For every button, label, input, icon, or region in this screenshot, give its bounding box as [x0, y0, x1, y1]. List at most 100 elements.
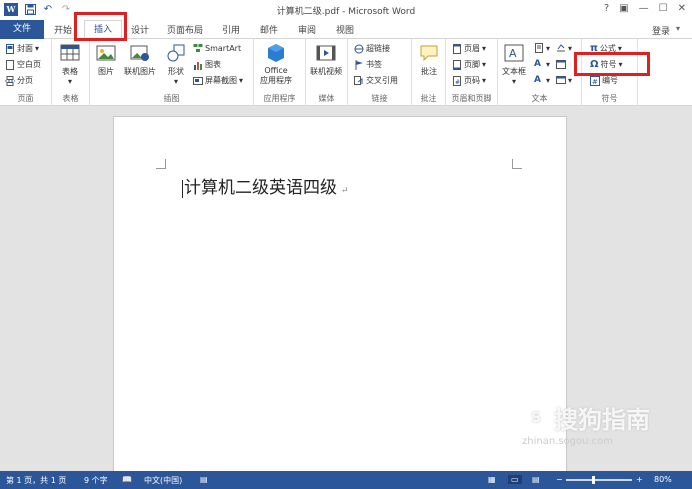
margin-corner-top-left — [156, 159, 166, 169]
drop-cap-icon: A — [534, 75, 541, 85]
ribbon-tab-row: 文件 开始 插入 设计 页面布局 引用 邮件 审阅 视图 登录 ▾ — [0, 20, 692, 40]
blank-page-icon — [5, 59, 15, 70]
watermark: S 搜狗指南 zhinan.sogou.com — [522, 400, 650, 447]
svg-text:#: # — [592, 78, 598, 86]
comment-icon — [419, 43, 439, 63]
login-link[interactable]: 登录 — [652, 24, 670, 37]
wordart-button[interactable]: A ▾ — [534, 59, 567, 69]
chart-button[interactable]: 图表 — [193, 59, 221, 70]
cross-reference-button[interactable]: 交叉引用 — [354, 75, 398, 86]
document-text-line[interactable]: 计算机二级英语四级 ↵ — [182, 173, 349, 198]
page-number-button[interactable]: # 页码 ▾ — [452, 75, 486, 86]
macro-record-icon[interactable]: ▤ — [200, 475, 208, 484]
shapes-button[interactable]: 形状 ▾ — [166, 43, 186, 86]
footer-icon — [452, 59, 462, 70]
zoom-slider-thumb[interactable] — [592, 476, 595, 484]
picture-button[interactable]: 图片 — [96, 43, 116, 77]
watermark-brand: 搜狗指南 — [554, 406, 650, 434]
tab-design[interactable]: 设计 — [131, 23, 149, 36]
hyperlink-icon — [354, 44, 364, 54]
window-controls: ? ▣ — ☐ ✕ — [604, 3, 686, 14]
page-count[interactable]: 第 1 页，共 1 页 — [6, 475, 66, 486]
svg-text:#: # — [455, 79, 460, 86]
office-store-icon — [266, 43, 286, 63]
group-label-text: 文本 — [531, 94, 548, 103]
group-text: A 文本框 ▾ ▾ ▾ A ▾ A ▾ ▾ 文本 — [498, 39, 582, 106]
group-label-pages: 页面 — [17, 94, 34, 103]
online-video-icon — [316, 43, 336, 63]
word-count[interactable]: 9 个字 — [84, 475, 108, 486]
object-icon[interactable] — [556, 75, 567, 85]
quick-parts-button[interactable]: ▾ ▾ — [534, 43, 572, 53]
zoom-level[interactable]: 80% — [654, 475, 672, 484]
tab-home[interactable]: 开始 — [54, 23, 72, 36]
date-time-icon[interactable] — [556, 59, 567, 69]
online-picture-button[interactable]: 联机图片 — [124, 43, 156, 77]
document-text: 计算机二级英语四级 — [184, 178, 337, 198]
restore-ribbon-icon[interactable]: ▣ — [619, 3, 628, 14]
hyperlink-button[interactable]: 超链接 — [354, 43, 390, 54]
signature-line-icon[interactable] — [556, 43, 566, 53]
textbox-button[interactable]: A 文本框 ▾ — [502, 43, 526, 86]
zoom-in-button[interactable]: + — [636, 475, 643, 484]
header-icon — [452, 43, 462, 54]
minimize-icon[interactable]: — — [639, 3, 649, 14]
tab-page-layout[interactable]: 页面布局 — [167, 23, 203, 36]
header-button[interactable]: 页眉 ▾ — [452, 43, 486, 54]
tab-references[interactable]: 引用 — [222, 23, 240, 36]
text-cursor — [182, 179, 183, 198]
picture-icon — [96, 43, 116, 63]
smartart-icon — [193, 43, 203, 53]
pi-icon: π — [590, 43, 598, 54]
print-layout-icon[interactable]: ▭ — [508, 475, 522, 484]
equation-button[interactable]: π 公式 ▾ — [590, 43, 622, 54]
screenshot-icon — [193, 76, 203, 86]
group-label-illustrations: 插图 — [163, 94, 180, 103]
wordart-icon: A — [534, 59, 541, 69]
online-video-button[interactable]: 联机视频 — [310, 43, 342, 77]
margin-corner-top-right — [512, 159, 522, 169]
page-break-button[interactable]: 分页 — [5, 75, 33, 86]
close-icon[interactable]: ✕ — [678, 3, 686, 14]
proofing-icon[interactable]: 📖 — [122, 475, 132, 484]
tab-view[interactable]: 视图 — [336, 23, 354, 36]
account-icon[interactable]: ▾ — [676, 24, 688, 34]
footer-button[interactable]: 页脚 ▾ — [452, 59, 486, 70]
symbol-button[interactable]: Ω 符号 ▾ — [590, 59, 623, 70]
table-button[interactable]: 表格 ▾ — [60, 43, 80, 86]
title-bar: W ↶ ↷ 计算机二级.pdf - Microsoft Word ? ▣ — ☐… — [0, 0, 692, 20]
document-page[interactable]: 计算机二级英语四级 ↵ — [113, 116, 567, 476]
tab-file[interactable]: 文件 — [0, 20, 44, 39]
cross-reference-icon — [354, 75, 364, 86]
textbox-icon: A — [504, 43, 524, 63]
group-illustrations: 图片 联机图片 形状 ▾ SmartArt 图表 屏幕截图 ▾ 插图 — [90, 39, 254, 106]
help-button[interactable]: ? — [604, 3, 609, 14]
office-apps-button[interactable]: Office 应用程序 — [260, 43, 292, 86]
screenshot-button[interactable]: 屏幕截图 ▾ — [193, 75, 243, 86]
shapes-icon — [166, 43, 186, 63]
read-mode-icon[interactable]: ▦ — [488, 475, 496, 484]
quick-parts-icon — [534, 43, 544, 53]
zoom-out-button[interactable]: − — [556, 475, 563, 484]
group-label-links: 链接 — [371, 94, 388, 103]
tab-mailings[interactable]: 邮件 — [260, 23, 278, 36]
language-indicator[interactable]: 中文(中国) — [144, 475, 182, 486]
group-label-symbols: 符号 — [601, 94, 618, 103]
group-label-header-footer: 页眉和页脚 — [451, 94, 492, 103]
zoom-slider[interactable] — [566, 476, 632, 484]
web-layout-icon[interactable]: ▤ — [532, 475, 540, 484]
online-picture-icon — [130, 43, 150, 63]
numbering-button[interactable]: # 编号 — [590, 75, 618, 86]
watermark-url: zhinan.sogou.com — [522, 436, 614, 447]
tab-insert[interactable]: 插入 — [84, 20, 122, 40]
tab-review[interactable]: 审阅 — [298, 23, 316, 36]
cover-page-button[interactable]: 封面 ▾ — [5, 43, 39, 54]
page-number-icon: # — [452, 75, 462, 86]
blank-page-button[interactable]: 空白页 — [5, 59, 41, 70]
smartart-button[interactable]: SmartArt — [193, 43, 241, 53]
maximize-icon[interactable]: ☐ — [659, 3, 668, 14]
bookmark-button[interactable]: 书签 — [354, 59, 382, 70]
comment-button[interactable]: 批注 — [419, 43, 439, 77]
group-label-media: 媒体 — [318, 94, 335, 103]
drop-cap-button[interactable]: A ▾ ▾ — [534, 75, 572, 85]
